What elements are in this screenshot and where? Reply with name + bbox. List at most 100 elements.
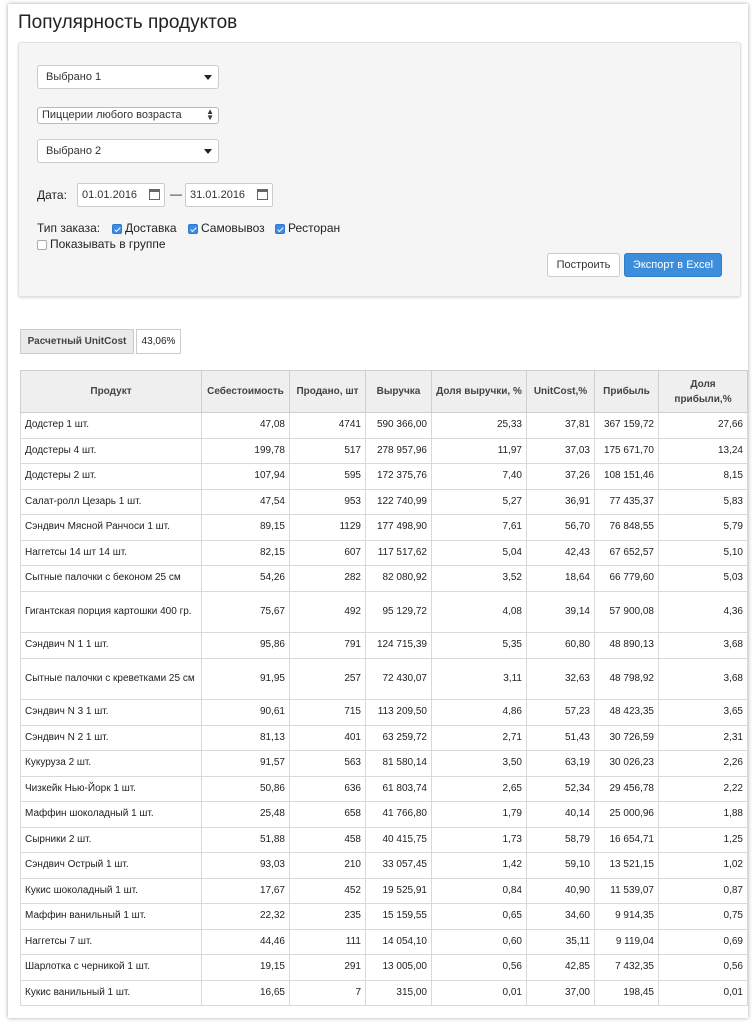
table-row: Кукуруза 2 шт. 91,57 563 81 580,14 3,50 63,19… <box>20 750 748 777</box>
date-to-input[interactable]: 31.01.2016 <box>185 183 273 207</box>
table-cell: 15 159,55 <box>365 903 432 930</box>
table-cell: 5,79 <box>658 514 748 541</box>
table-cell: 0,84 <box>431 877 527 904</box>
table-cell: 41 766,80 <box>365 801 432 828</box>
table-cell: 82 080,92 <box>365 565 432 592</box>
table-row: Кукис шоколадный 1 шт. 17,67 452 19 525,91 0… <box>20 877 748 904</box>
table-cell: 1,88 <box>658 801 748 828</box>
date-from-value: 01.01.2016 <box>82 189 138 201</box>
column-header[interactable]: Прибыль <box>594 370 659 413</box>
select-1-dropdown[interactable]: Выбрано 1 <box>37 65 219 89</box>
table-row: Сытные палочки с беконом 25 см 54,26 282 82… <box>20 565 748 592</box>
delivery-checkbox[interactable] <box>112 224 122 234</box>
table-cell: 50,86 <box>201 775 290 802</box>
table-cell: 4741 <box>289 412 366 439</box>
table-row: Сэндвич N 2 1 шт. 81,13 401 63 259,72 2,71 51… <box>20 724 748 751</box>
table-cell: 48 423,35 <box>594 699 659 726</box>
column-header[interactable]: Доля прибыли,% <box>658 370 748 413</box>
product-name-cell: Чизкейк Нью-Йорк 1 шт. <box>20 775 202 802</box>
product-name-cell: Додстеры 2 шт. <box>20 463 202 490</box>
table-cell: 492 <box>289 590 366 633</box>
calendar-icon[interactable] <box>149 189 160 200</box>
column-header[interactable]: Себестоимость <box>201 370 290 413</box>
table-cell: 33 057,45 <box>365 852 432 879</box>
product-name-cell: Сэндвич Мясной Ранчоси 1 шт. <box>20 514 202 541</box>
table-cell: 1,79 <box>431 801 527 828</box>
pickup-label: Самовывоз <box>201 221 265 235</box>
unitcost-value: 43,06% <box>136 329 181 354</box>
table-cell: 5,35 <box>431 632 527 659</box>
table-cell: 37,00 <box>526 979 595 1006</box>
pickup-checkbox[interactable] <box>188 224 198 234</box>
column-header[interactable]: Выручка <box>365 370 432 413</box>
table-cell: 81,13 <box>201 724 290 751</box>
column-header[interactable]: Продано, шт <box>289 370 366 413</box>
table-cell: 9 119,04 <box>594 928 659 955</box>
page-title: Популярность продуктов <box>18 12 238 33</box>
table-cell: 282 <box>289 565 366 592</box>
table-cell: 715 <box>289 699 366 726</box>
build-button[interactable]: Построить <box>547 253 620 277</box>
table-row: Сэндвич Мясной Ранчоси 1 шт. 89,15 1129 177… <box>20 514 748 541</box>
product-name-cell: Додстер 1 шт. <box>20 412 202 439</box>
calendar-icon[interactable] <box>257 189 268 200</box>
table-cell: 791 <box>289 632 366 659</box>
table-cell: 75,67 <box>201 590 290 633</box>
table-cell: 19 525,91 <box>365 877 432 904</box>
table-cell: 51,43 <box>526 724 595 751</box>
table-cell: 47,54 <box>201 488 290 515</box>
show-in-group-checkbox[interactable] <box>37 240 47 250</box>
product-name-cell: Сэндвич N 1 1 шт. <box>20 632 202 659</box>
table-cell: 210 <box>289 852 366 879</box>
restaurant-checkbox[interactable] <box>275 224 285 234</box>
product-name-cell: Сэндвич Острый 1 шт. <box>20 852 202 879</box>
pizzeria-group-select[interactable]: Пиццерии любого возраста ▲ ▼ <box>37 107 219 124</box>
table-cell: 13 521,15 <box>594 852 659 879</box>
table-cell: 315,00 <box>365 979 432 1006</box>
product-name-cell: Маффин ванильный 1 шт. <box>20 903 202 930</box>
table-cell: 52,34 <box>526 775 595 802</box>
table-row: Наггетсы 7 шт. 44,46 111 14 054,10 0,60 35,11… <box>20 928 748 955</box>
table-cell: 37,81 <box>526 412 595 439</box>
table-cell: 57 900,08 <box>594 590 659 633</box>
table-cell: 48 890,13 <box>594 632 659 659</box>
table-cell: 5,04 <box>431 539 527 566</box>
product-name-cell: Наггетсы 7 шт. <box>20 928 202 955</box>
table-cell: 13 005,00 <box>365 954 432 981</box>
date-from-input[interactable]: 01.01.2016 <box>77 183 165 207</box>
table-cell: 108 151,46 <box>594 463 659 490</box>
order-type-label: Тип заказа: <box>37 221 101 235</box>
table-cell: 658 <box>289 801 366 828</box>
product-name-cell: Сытные палочки с беконом 25 см <box>20 565 202 592</box>
product-name-cell: Маффин шоколадный 1 шт. <box>20 801 202 828</box>
table-cell: 91,95 <box>201 657 290 700</box>
column-header[interactable]: UnitCost,% <box>526 370 595 413</box>
table-row: Сырники 2 шт. 51,88 458 40 415,75 1,73 58,79 1… <box>20 826 748 853</box>
table-cell: 401 <box>289 724 366 751</box>
select-2-dropdown[interactable]: Выбрано 2 <box>37 139 219 163</box>
export-excel-button[interactable]: Экспорт в Excel <box>624 253 722 277</box>
date-dash: — <box>170 187 182 201</box>
table-cell: 235 <box>289 903 366 930</box>
table-cell: 39,14 <box>526 590 595 633</box>
product-name-cell: Додстеры 4 шт. <box>20 437 202 464</box>
column-header[interactable]: Доля выручки, % <box>431 370 527 413</box>
table-cell: 0,56 <box>431 954 527 981</box>
table-cell: 198,45 <box>594 979 659 1006</box>
select-2-value: Выбрано 2 <box>46 145 102 157</box>
table-cell: 11,97 <box>431 437 527 464</box>
table-cell: 199,78 <box>201 437 290 464</box>
table-cell: 47,08 <box>201 412 290 439</box>
table-cell: 82,15 <box>201 539 290 566</box>
table-cell: 5,27 <box>431 488 527 515</box>
table-cell: 4,08 <box>431 590 527 633</box>
table-row: Маффин ванильный 1 шт. 22,32 235 15 159,55 0… <box>20 903 748 930</box>
table-cell: 2,65 <box>431 775 527 802</box>
table-row: Сэндвич N 3 1 шт. 90,61 715 113 209,50 4,86 5… <box>20 699 748 726</box>
column-header[interactable]: Продукт <box>20 370 202 413</box>
table-row: Маффин шоколадный 1 шт. 25,48 658 41 766,80… <box>20 801 748 828</box>
table-cell: 61 803,74 <box>365 775 432 802</box>
table-cell: 0,60 <box>431 928 527 955</box>
table-cell: 95 129,72 <box>365 590 432 633</box>
product-name-cell: Сэндвич N 2 1 шт. <box>20 724 202 751</box>
